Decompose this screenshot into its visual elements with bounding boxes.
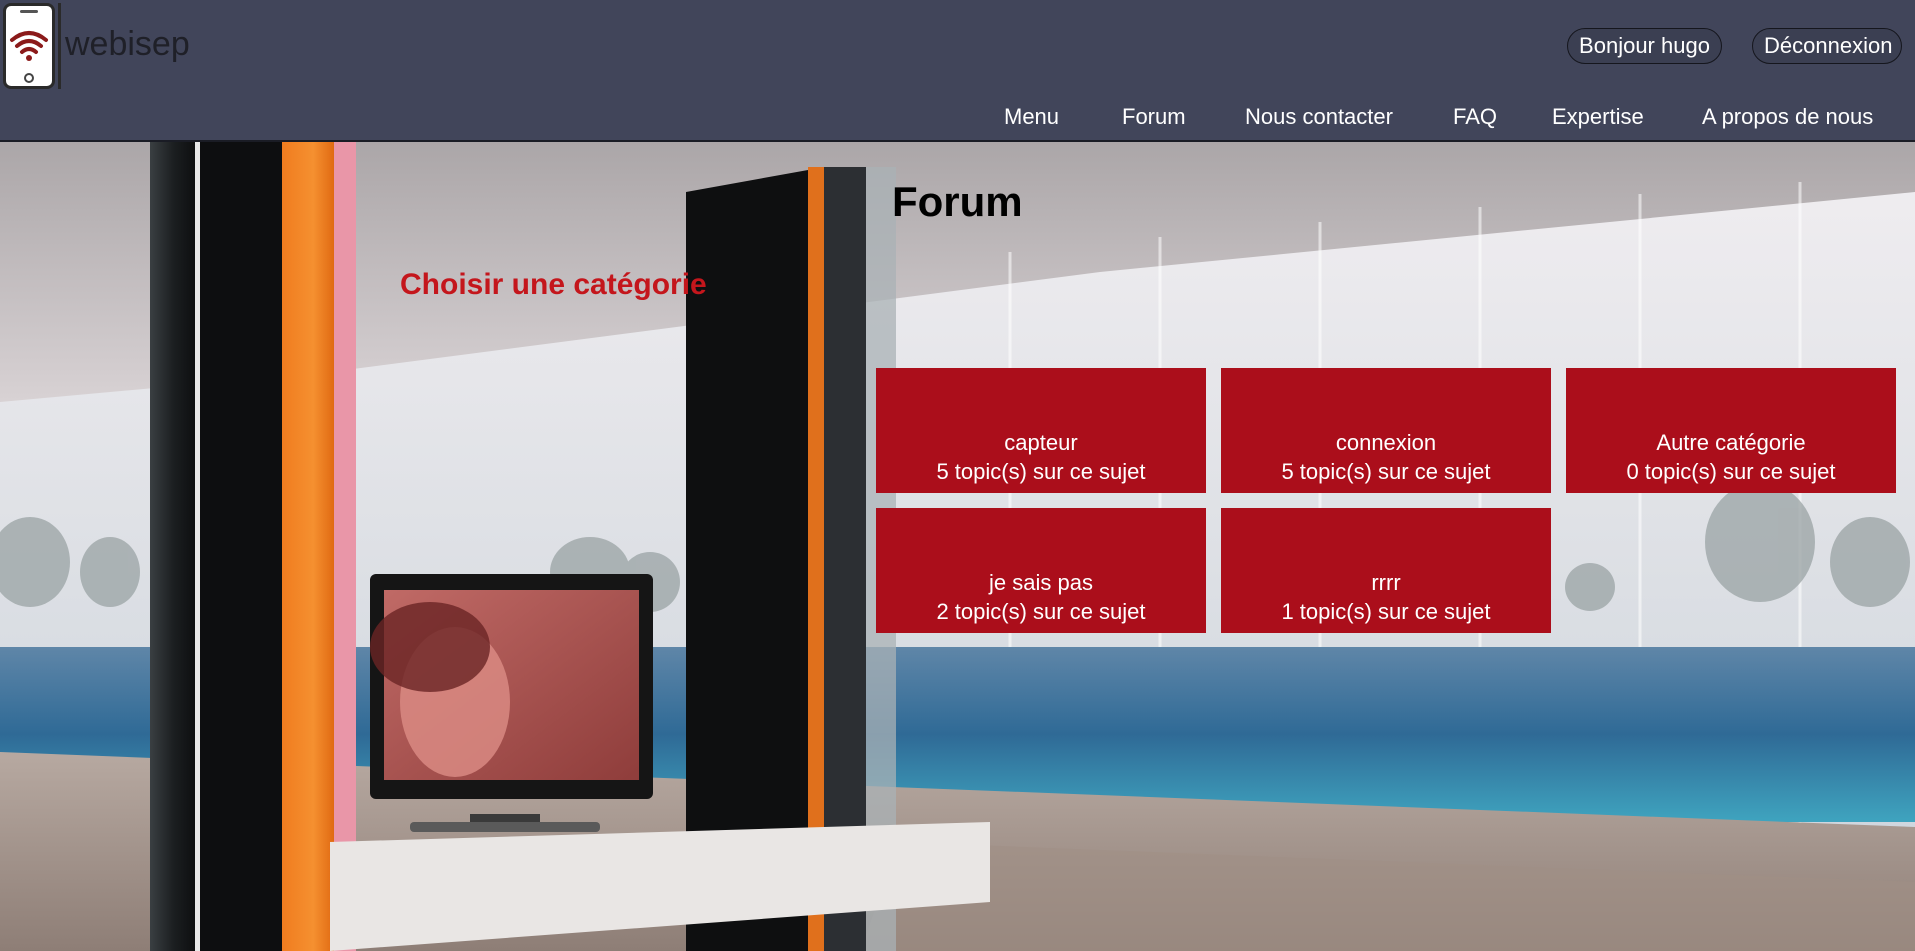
- nav-link-forum[interactable]: Forum: [1122, 104, 1186, 134]
- logout-button[interactable]: Déconnexion: [1752, 28, 1902, 64]
- category-name: Autre catégorie: [1656, 430, 1806, 455]
- topic-count: 5 topic(s) sur ce sujet: [936, 459, 1146, 484]
- category-name: rrrr: [1371, 570, 1401, 595]
- category-name: je sais pas: [989, 570, 1093, 595]
- category-name: connexion: [1335, 430, 1437, 455]
- nav-link-faq[interactable]: FAQ: [1453, 104, 1497, 134]
- topic-count: 5 topic(s) sur ce sujet: [1281, 459, 1491, 484]
- category-tile-capteur[interactable]: capteur 5 topic(s) sur ce sujet: [876, 368, 1206, 493]
- smartphone-wifi-icon: [3, 3, 55, 89]
- category-tile-autre[interactable]: Autre catégorie 0 topic(s) sur ce sujet: [1566, 368, 1896, 493]
- category-tile-je-sais-pas[interactable]: je sais pas 2 topic(s) sur ce sujet: [876, 508, 1206, 633]
- site-logo[interactable]: webisep: [3, 2, 190, 90]
- site-header: webisep Bonjour hugo Déconnexion Menu Fo…: [0, 0, 1915, 142]
- nav-link-contact[interactable]: Nous contacter: [1245, 104, 1393, 134]
- page-title: Forum: [892, 178, 1023, 225]
- user-greeting-button[interactable]: Bonjour hugo: [1567, 28, 1722, 64]
- topic-count: 1 topic(s) sur ce sujet: [1281, 599, 1491, 624]
- logo-text: webisep: [65, 24, 190, 63]
- logo-divider: [58, 3, 61, 89]
- category-name: capteur: [1004, 430, 1078, 455]
- category-heading: Choisir une catégorie: [400, 268, 707, 301]
- category-tile-rrrr[interactable]: rrrr 1 topic(s) sur ce sujet: [1221, 508, 1551, 633]
- nav-link-about[interactable]: A propos de nous: [1702, 104, 1873, 134]
- topic-count: 2 topic(s) sur ce sujet: [936, 599, 1146, 624]
- nav-link-menu[interactable]: Menu: [1004, 104, 1059, 134]
- category-tile-connexion[interactable]: connexion 5 topic(s) sur ce sujet: [1221, 368, 1551, 493]
- topic-count: 0 topic(s) sur ce sujet: [1626, 459, 1836, 484]
- nav-link-expertise[interactable]: Expertise: [1552, 104, 1644, 134]
